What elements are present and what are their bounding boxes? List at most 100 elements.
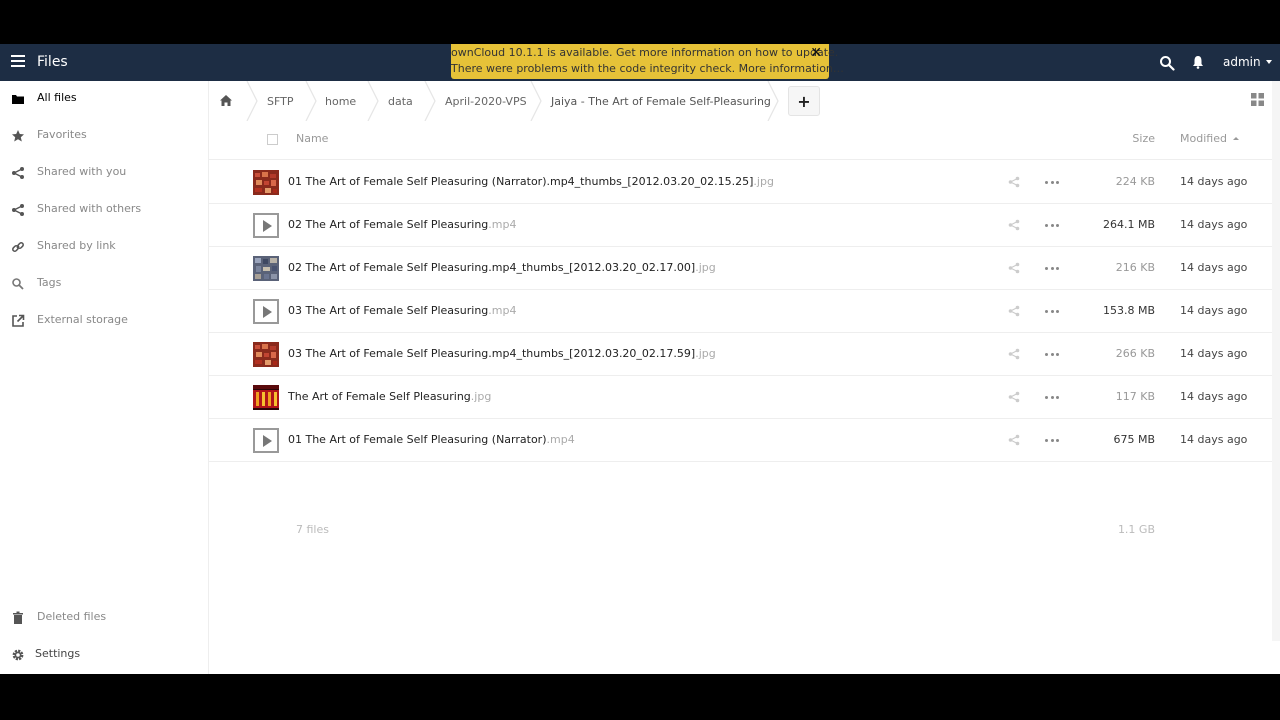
table-row[interactable]: 01 The Art of Female Self Pleasuring (Na… [209,161,1272,204]
sidebar-item-label: Settings [35,647,81,660]
trash-icon [13,611,23,624]
file-modified: 14 days ago [1180,261,1248,274]
share-icon[interactable] [1008,391,1020,403]
more-actions-icon[interactable] [1045,305,1059,317]
integrity-message[interactable]: There were problems with the code integr… [451,61,844,77]
more-actions-icon[interactable] [1045,434,1059,446]
image-thumbnail[interactable] [253,256,279,281]
file-extension: .jpg [470,390,492,403]
share-icon[interactable] [1008,262,1020,274]
sidebar-item-external-storage[interactable]: External storage [0,306,208,336]
home-icon[interactable] [219,94,233,107]
file-name[interactable]: 02 The Art of Female Self Pleasuring.mp4 [288,218,517,231]
sidebar-item-tags[interactable]: Tags [0,269,208,299]
file-size: 266 KB [1115,347,1155,360]
file-name[interactable]: The Art of Female Self Pleasuring.jpg [288,390,491,403]
file-size: 224 KB [1115,175,1155,188]
external-link-icon [12,314,25,327]
sidebar-item-shared-by-link[interactable]: Shared by link [0,232,208,262]
folder-icon [12,95,24,104]
sidebar-item-label: External storage [37,313,128,326]
breadcrumb-item-sftp[interactable]: SFTP [267,81,293,121]
table-row[interactable]: 02 The Art of Female Self Pleasuring.mp4… [209,204,1272,247]
share-icon[interactable] [1008,176,1020,188]
file-name[interactable]: 02 The Art of Female Self Pleasuring.mp4… [288,261,716,274]
link-icon [12,242,24,252]
share-icon [12,204,24,216]
bell-icon[interactable] [1192,55,1204,69]
breadcrumb-separator [530,81,542,121]
grid-view-icon[interactable] [1251,93,1264,106]
file-basename: 03 The Art of Female Self Pleasuring [288,304,489,317]
file-modified: 14 days ago [1180,175,1248,188]
select-all-checkbox[interactable] [267,134,278,145]
update-message[interactable]: ownCloud 10.1.1 is available. Get more i… [451,45,838,61]
breadcrumb-separator [424,81,436,121]
file-name[interactable]: 01 The Art of Female Self Pleasuring (Na… [288,433,575,446]
file-basename: 03 The Art of Female Self Pleasuring.mp4… [288,347,696,360]
breadcrumb-item-april-2020-vps[interactable]: April-2020-VPS [445,81,527,121]
file-extension: .jpg [695,261,716,274]
breadcrumb: SFTP home data April-2020-VPS Jaiya - Th… [209,81,1209,121]
breadcrumb-separator [305,81,317,121]
sidebar-item-shared-with-others[interactable]: Shared with others [0,195,208,225]
more-actions-icon[interactable] [1045,391,1059,403]
image-thumbnail[interactable] [253,385,279,410]
file-size: 675 MB [1113,433,1155,446]
menu-icon[interactable] [11,55,25,69]
breadcrumb-item-current[interactable]: Jaiya - The Art of Female Self-Pleasurin… [551,81,771,121]
file-basename: 02 The Art of Female Self Pleasuring.mp4… [288,261,696,274]
close-icon[interactable]: ✕ [810,45,822,61]
sidebar-item-favorites[interactable]: Favorites [0,121,208,151]
user-menu[interactable]: admin [1223,55,1272,69]
scrollbar[interactable] [1272,81,1280,641]
sidebar-item-label: Deleted files [37,610,107,623]
sidebar-item-label: Shared with others [37,202,142,215]
more-actions-icon[interactable] [1045,262,1059,274]
video-file-icon[interactable] [253,428,279,453]
file-name[interactable]: 03 The Art of Female Self Pleasuring.mp4… [288,347,716,360]
breadcrumb-item-data[interactable]: data [388,81,413,121]
image-thumbnail[interactable] [253,170,279,195]
table-row[interactable]: 03 The Art of Female Self Pleasuring.mp4… [209,290,1272,333]
video-file-icon[interactable] [253,299,279,324]
more-actions-icon[interactable] [1045,219,1059,231]
share-icon[interactable] [1008,434,1020,446]
app-title[interactable]: Files [37,54,68,70]
file-name[interactable]: 03 The Art of Female Self Pleasuring.mp4 [288,304,517,317]
share-icon[interactable] [1008,219,1020,231]
column-name[interactable]: Name [296,132,328,145]
settings-button[interactable]: Settings [0,640,208,670]
file-modified: 14 days ago [1180,347,1248,360]
table-row[interactable]: 03 The Art of Female Self Pleasuring.mp4… [209,333,1272,376]
column-size[interactable]: Size [1109,132,1155,145]
image-thumbnail[interactable] [253,342,279,367]
new-button[interactable]: + [788,86,820,116]
file-name[interactable]: 01 The Art of Female Self Pleasuring (Na… [288,175,774,188]
share-icon[interactable] [1008,348,1020,360]
file-size: 153.8 MB [1102,304,1155,317]
update-notification[interactable]: ownCloud 10.1.1 is available. Get more i… [451,44,844,79]
search-icon[interactable] [1159,55,1175,71]
share-icon[interactable] [1008,305,1020,317]
sidebar-item-label: Tags [37,276,62,289]
file-modified: 14 days ago [1180,390,1248,403]
more-actions-icon[interactable] [1045,176,1059,188]
share-icon [12,167,24,179]
play-icon [263,434,272,447]
more-actions-icon[interactable] [1045,348,1059,360]
file-modified: 14 days ago [1180,433,1248,446]
breadcrumb-item-home[interactable]: home [325,81,356,121]
file-extension: .jpg [753,175,774,188]
file-basename: The Art of Female Self Pleasuring [288,390,471,403]
table-row[interactable]: The Art of Female Self Pleasuring.jpg 117… [209,376,1272,419]
table-row[interactable]: 01 The Art of Female Self Pleasuring (Na… [209,419,1272,462]
sidebar-item-deleted-files[interactable]: Deleted files [0,603,208,633]
table-row[interactable]: 02 The Art of Female Self Pleasuring.mp4… [209,247,1272,290]
sidebar-item-all-files[interactable]: All files [0,84,208,114]
sidebar-item-label: Shared by link [37,239,116,252]
sidebar-item-shared-with-you[interactable]: Shared with you [0,158,208,188]
video-file-icon[interactable] [253,213,279,238]
file-extension: .mp4 [488,304,517,317]
column-modified[interactable]: Modified [1180,132,1239,145]
